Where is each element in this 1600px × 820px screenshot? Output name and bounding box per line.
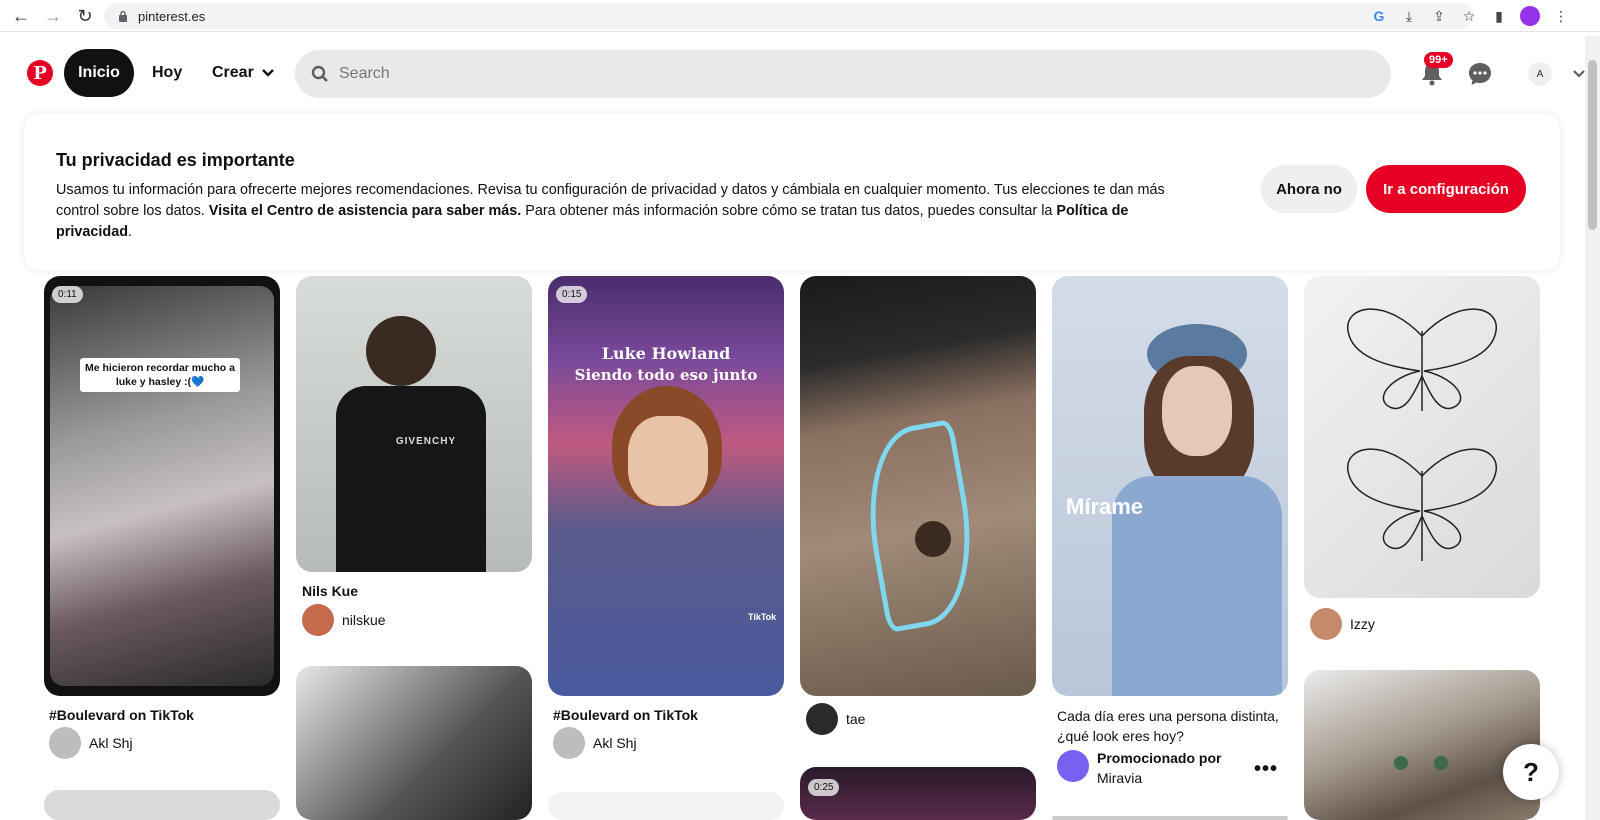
privacy-title: Tu privacidad es importante (56, 150, 295, 170)
user-avatar (302, 604, 334, 636)
pin-image (50, 286, 274, 686)
pin-creator-name: Akl Shj (89, 735, 133, 751)
pin-creator-name: tae (846, 711, 866, 727)
pin-creator[interactable]: Izzy (1310, 608, 1375, 640)
notifications-button[interactable]: 99+ (1408, 50, 1456, 98)
browser-menu-icon[interactable]: ⋮ (1552, 7, 1570, 25)
notification-badge: 99+ (1424, 52, 1453, 68)
video-duration-badge: 0:11 (52, 286, 83, 303)
messages-button[interactable] (1456, 50, 1504, 98)
pin-photo-6[interactable] (1304, 276, 1540, 598)
pin-creator[interactable]: Akl Shj (553, 727, 637, 759)
pin-promoted-5[interactable]: Mírame (1052, 276, 1288, 696)
pin-title[interactable]: Nils Kue (302, 583, 358, 599)
pin-image (915, 521, 951, 557)
forward-icon[interactable]: → (38, 1, 68, 31)
pin-photo-cat[interactable] (1304, 670, 1540, 820)
tab-create-label: Crear (212, 64, 254, 81)
advertiser-name: Miravia (1097, 770, 1143, 786)
help-center-link[interactable]: Visita el Centro de asistencia para sabe… (209, 203, 521, 219)
pin-title[interactable]: Cada día eres una persona distinta, ¿qué… (1057, 706, 1285, 746)
pin-overlay-caption: Luke Howland (601, 344, 731, 363)
chevron-down-icon (1573, 70, 1585, 78)
tab-home[interactable]: Inicio (64, 49, 134, 97)
browser-profile-icon[interactable] (1520, 6, 1540, 26)
pin-image (628, 416, 708, 506)
user-avatar (553, 727, 585, 759)
advertiser-info: Promocionado por Miravia (1097, 748, 1221, 788)
pin-image-next[interactable] (44, 790, 280, 820)
go-to-settings-button[interactable]: Ir a configuración (1366, 165, 1526, 213)
more-options-icon[interactable]: ••• (1254, 758, 1278, 781)
pin-title[interactable]: #Boulevard on TikTok (49, 707, 194, 723)
pin-image (1394, 756, 1408, 770)
user-avatar (49, 727, 81, 759)
scrollbar-thumb[interactable] (1588, 60, 1597, 230)
chevron-down-icon (261, 69, 274, 77)
help-button[interactable]: ? (1503, 744, 1559, 800)
install-icon[interactable]: ⤓ (1400, 7, 1418, 25)
pin-overlay-caption: GIVENCHY (395, 436, 457, 447)
pin-overlay-caption: Siendo todo eso junto (574, 366, 758, 384)
search-input[interactable] (339, 65, 1239, 83)
google-icon[interactable]: G (1370, 7, 1388, 25)
tab-today[interactable]: Hoy (140, 49, 194, 97)
privacy-banner: Tu privacidad es importante Usamos tu in… (24, 114, 1560, 270)
pin-video-3[interactable]: 0:15 Luke Howland Siendo todo eso junto … (548, 276, 784, 696)
pinterest-logo-icon[interactable]: P (27, 60, 53, 86)
pin-image (366, 316, 436, 386)
pin-photo-2[interactable]: GIVENCHY (296, 276, 532, 572)
share-icon[interactable]: ⇪ (1430, 7, 1448, 25)
video-duration-badge: 0:25 (808, 779, 840, 796)
pin-creator-name: Akl Shj (593, 735, 637, 751)
pin-video-next[interactable]: 0:25 (800, 767, 1036, 820)
privacy-text: Usamos tu información para ofrecerte mej… (56, 182, 1165, 240)
pin-overlay-caption: Mírame (1066, 494, 1144, 519)
reload-icon[interactable]: ↻ (70, 1, 100, 31)
pin-image-next[interactable] (1052, 816, 1288, 820)
pin-image (1434, 756, 1448, 770)
pin-photo-necklace[interactable] (296, 666, 532, 820)
url-text: pinterest.es (138, 8, 206, 24)
pin-creator[interactable]: tae (806, 703, 865, 735)
pin-title[interactable]: #Boulevard on TikTok (553, 707, 698, 723)
promoted-label: Promocionado por (1097, 750, 1222, 766)
search-bar[interactable] (295, 50, 1391, 98)
chat-bubble-icon (1469, 63, 1491, 85)
pin-creator[interactable]: nilskue (302, 604, 386, 636)
pin-video-1[interactable]: 0:11 Me hicieron recordar mucho a luke y… (44, 276, 280, 696)
tab-create[interactable]: Crear (204, 49, 282, 97)
back-icon[interactable]: ← (6, 1, 36, 31)
pin-image (336, 386, 486, 572)
pin-creator-name: Izzy (1350, 616, 1375, 632)
profile-avatar[interactable]: A (1528, 62, 1552, 86)
bookmark-star-icon[interactable]: ☆ (1460, 7, 1478, 25)
side-panel-icon[interactable]: ▮ (1490, 7, 1508, 25)
search-icon (311, 65, 328, 82)
tiktok-watermark: TikTok (748, 612, 777, 622)
pin-advertiser[interactable]: Promocionado por Miravia (1057, 748, 1221, 788)
user-avatar (806, 703, 838, 735)
video-duration-badge: 0:15 (556, 286, 588, 303)
lock-icon (119, 10, 127, 22)
address-bar[interactable]: pinterest.es (104, 3, 1474, 29)
pin-creator-name: nilskue (342, 612, 386, 628)
scrollbar[interactable] (1585, 36, 1600, 820)
pin-photo-4[interactable] (800, 276, 1036, 696)
advertiser-avatar (1057, 750, 1089, 782)
user-avatar (1310, 608, 1342, 640)
pin-overlay-caption: Me hicieron recordar mucho a luke y hasl… (80, 358, 240, 392)
not-now-button[interactable]: Ahora no (1261, 165, 1357, 213)
pin-creator[interactable]: Akl Shj (49, 727, 133, 759)
pin-image (1162, 366, 1232, 456)
site-header: P Inicio Hoy Crear 99+ A (0, 36, 1585, 112)
pin-image-next[interactable] (548, 792, 784, 820)
browser-toolbar: ← → ↻ pinterest.es G ⤓ ⇪ ☆ ▮ ⋮ (0, 0, 1600, 32)
butterfly-drawing (1347, 308, 1497, 561)
